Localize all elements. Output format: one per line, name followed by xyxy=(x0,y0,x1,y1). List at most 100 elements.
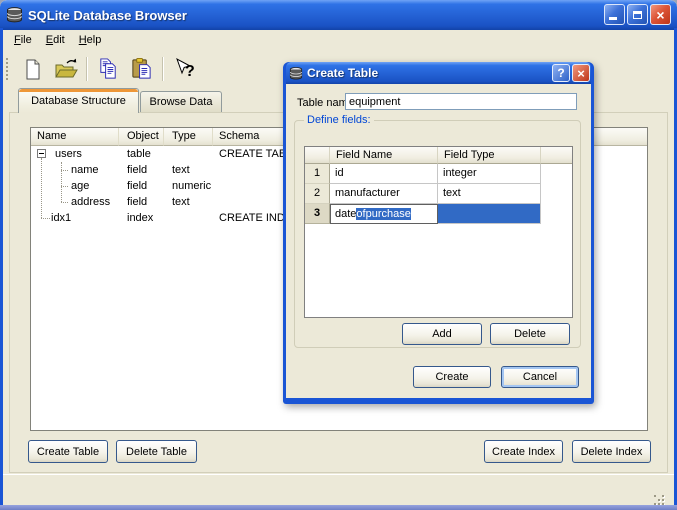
dialog-titlebar[interactable]: Create Table ? × xyxy=(286,62,591,84)
grid-row-filler xyxy=(541,184,572,204)
paste-button[interactable] xyxy=(128,55,155,82)
tab-label: Browse Data xyxy=(149,96,213,108)
maximize-button[interactable] xyxy=(627,4,648,25)
application-window: SQLite Database Browser × File Edit Help xyxy=(0,0,677,510)
menu-help[interactable]: Help xyxy=(72,32,109,48)
tree-connector xyxy=(61,162,63,202)
tree-connector xyxy=(41,158,43,218)
window-title: SQLite Database Browser xyxy=(28,7,187,23)
tree-type-cell: text xyxy=(172,164,190,176)
grid-corner-header xyxy=(305,147,330,164)
field-type-cell-selected[interactable] xyxy=(438,204,541,224)
create-index-button[interactable]: Create Index xyxy=(484,440,563,463)
tab-label: Database Structure xyxy=(31,95,126,107)
table-name-input[interactable] xyxy=(345,93,577,110)
toolbar-separator xyxy=(162,56,164,81)
add-field-button[interactable]: Add xyxy=(402,323,482,345)
menu-file[interactable]: File xyxy=(7,32,39,48)
field-type-cell[interactable]: integer xyxy=(438,164,541,184)
cancel-button[interactable]: Cancel xyxy=(501,366,579,388)
dialog-help-button[interactable]: ? xyxy=(552,64,570,82)
delete-index-button[interactable]: Delete Index xyxy=(572,440,651,463)
window-border-bottom xyxy=(0,505,677,510)
tree-connector xyxy=(61,202,68,204)
row-number[interactable]: 2 xyxy=(305,184,330,204)
tree-type-cell: text xyxy=(172,196,190,208)
copy-icon xyxy=(100,58,116,79)
grid-header-field-type[interactable]: Field Type xyxy=(438,147,541,164)
minimize-button[interactable] xyxy=(604,4,625,25)
tree-object-cell: table xyxy=(127,148,151,160)
grid-row-3: 3 dateofpurchase xyxy=(305,204,572,224)
database-app-icon xyxy=(6,7,23,23)
field-name-cell[interactable]: id xyxy=(330,164,438,184)
window-border-left xyxy=(0,28,3,510)
grid-row-filler xyxy=(541,164,572,184)
tree-connector xyxy=(61,186,68,188)
resize-grip-icon[interactable] xyxy=(654,495,656,497)
collapse-minus-icon[interactable] xyxy=(37,149,46,158)
row-number[interactable]: 1 xyxy=(305,164,330,184)
tree-object-cell: field xyxy=(127,180,148,192)
dialog-title: Create Table xyxy=(307,66,379,80)
field-type-cell[interactable]: text xyxy=(438,184,541,204)
column-header-object[interactable]: Object xyxy=(119,128,164,146)
selected-text: ofpurchase xyxy=(356,208,411,220)
tab-browse-data[interactable]: Browse Data xyxy=(140,91,222,112)
toolbar-grip[interactable] xyxy=(6,57,11,80)
grid-header: Field Name Field Type xyxy=(305,147,572,164)
define-fields-label: Define fields: xyxy=(304,114,374,126)
close-icon: × xyxy=(656,6,665,23)
tree-connector xyxy=(41,218,50,220)
grid-row-filler xyxy=(541,204,572,224)
create-button[interactable]: Create xyxy=(413,366,491,388)
tree-item-label: name xyxy=(71,164,99,176)
svg-text:?: ? xyxy=(185,63,195,80)
tree-type-cell xyxy=(164,146,213,162)
create-table-button[interactable]: Create Table xyxy=(28,440,108,463)
status-bar xyxy=(3,474,674,506)
tree-connector xyxy=(61,170,68,172)
create-table-dialog: Create Table ? × Table name: Define fiel… xyxy=(283,62,594,404)
grid-header-filler xyxy=(541,147,572,164)
define-fields-group: Field Name Field Type 1 id integer 2 man… xyxy=(294,120,581,348)
window-titlebar[interactable]: SQLite Database Browser × xyxy=(0,0,677,30)
grid-header-field-name[interactable]: Field Name xyxy=(330,147,438,164)
whats-this-icon: ? xyxy=(175,57,195,80)
new-file-icon xyxy=(26,59,39,79)
field-name-cell[interactable]: manufacturer xyxy=(330,184,438,204)
paste-icon xyxy=(132,57,151,79)
whats-this-button[interactable]: ? xyxy=(171,55,198,82)
minimize-icon xyxy=(609,17,617,20)
help-icon: ? xyxy=(557,66,565,80)
open-folder-icon xyxy=(54,58,78,77)
copy-button[interactable] xyxy=(95,55,122,82)
field-name-text: date xyxy=(335,208,357,220)
column-header-name[interactable]: Name xyxy=(31,128,119,146)
dialog-close-button[interactable]: × xyxy=(572,64,590,82)
grid-row-2: 2 manufacturer text xyxy=(305,184,572,204)
database-dialog-icon xyxy=(289,66,303,80)
row-number[interactable]: 3 xyxy=(305,204,330,224)
tree-type-cell xyxy=(164,210,213,226)
menu-edit[interactable]: Edit xyxy=(39,32,72,48)
toolbar-separator xyxy=(86,56,88,81)
tree-item-label: age xyxy=(71,180,90,192)
fields-grid: Field Name Field Type 1 id integer 2 man… xyxy=(304,146,573,318)
tree-object-cell: index xyxy=(127,212,154,224)
column-header-type[interactable]: Type xyxy=(164,128,213,146)
delete-table-button[interactable]: Delete Table xyxy=(116,440,197,463)
field-name-edit-cell[interactable]: dateofpurchase xyxy=(330,204,438,224)
tree-item-label: address xyxy=(71,196,111,208)
dialog-body: Table name: Define fields: Field Name Fi… xyxy=(286,84,591,398)
tree-object-cell: field xyxy=(127,196,148,208)
maximize-icon xyxy=(633,10,642,19)
menu-bar: File Edit Help xyxy=(3,30,674,50)
delete-field-button[interactable]: Delete xyxy=(490,323,570,345)
new-file-button[interactable] xyxy=(19,55,46,82)
tab-database-structure[interactable]: Database Structure xyxy=(18,88,139,113)
tree-object-cell: field xyxy=(127,164,148,176)
grid-row-1: 1 id integer xyxy=(305,164,572,184)
open-file-button[interactable] xyxy=(52,55,79,82)
close-button[interactable]: × xyxy=(650,4,671,25)
